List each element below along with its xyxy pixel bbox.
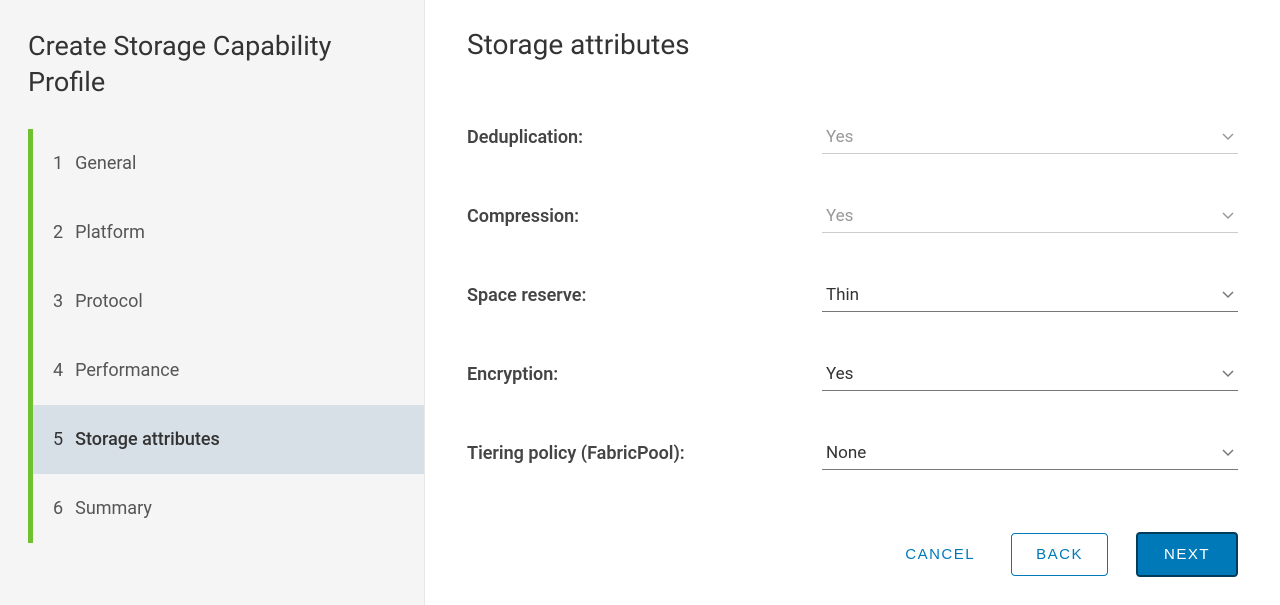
label-encryption: Encryption: <box>467 364 822 385</box>
select-tiering-policy[interactable]: None <box>822 437 1238 470</box>
page-title: Storage attributes <box>467 28 1238 61</box>
wizard-sidebar: Create Storage Capability Profile 1 Gene… <box>0 0 425 605</box>
chevron-down-icon <box>1222 209 1234 224</box>
select-value: Yes <box>826 127 853 147</box>
wizard-steps: 1 General 2 Platform 3 Protocol 4 Perfor… <box>28 129 424 543</box>
row-tiering-policy: Tiering policy (FabricPool): None <box>467 437 1238 470</box>
chevron-down-icon <box>1222 446 1234 461</box>
step-label: Storage attributes <box>75 429 220 450</box>
chevron-down-icon <box>1222 367 1234 382</box>
back-button[interactable]: BACK <box>1011 533 1108 576</box>
label-space-reserve: Space reserve: <box>467 285 822 306</box>
wizard-main: Storage attributes Deduplication: Yes Co… <box>425 0 1280 605</box>
step-number: 2 <box>53 222 63 243</box>
row-space-reserve: Space reserve: Thin <box>467 279 1238 312</box>
wizard-footer: CANCEL BACK NEXT <box>467 520 1238 577</box>
step-number: 5 <box>53 429 63 450</box>
step-protocol[interactable]: 3 Protocol <box>33 267 424 336</box>
wizard-title: Create Storage Capability Profile <box>28 28 424 101</box>
step-label: Platform <box>75 222 145 243</box>
row-deduplication: Deduplication: Yes <box>467 121 1238 154</box>
select-encryption[interactable]: Yes <box>822 358 1238 391</box>
label-tiering-policy: Tiering policy (FabricPool): <box>467 443 822 464</box>
step-label: Performance <box>75 360 179 381</box>
select-compression: Yes <box>822 200 1238 233</box>
select-space-reserve[interactable]: Thin <box>822 279 1238 312</box>
select-value: Thin <box>826 285 859 305</box>
wizard-container: Create Storage Capability Profile 1 Gene… <box>0 0 1280 605</box>
step-number: 4 <box>53 360 63 381</box>
step-label: Summary <box>75 498 152 519</box>
step-general[interactable]: 1 General <box>33 129 424 198</box>
step-number: 6 <box>53 498 63 519</box>
step-performance[interactable]: 4 Performance <box>33 336 424 405</box>
row-compression: Compression: Yes <box>467 200 1238 233</box>
form-grid: Deduplication: Yes Compression: Yes <box>467 121 1238 520</box>
select-value: None <box>826 443 866 463</box>
step-summary[interactable]: 6 Summary <box>33 474 424 543</box>
step-platform[interactable]: 2 Platform <box>33 198 424 267</box>
step-storage-attributes[interactable]: 5 Storage attributes <box>33 405 424 474</box>
step-label: Protocol <box>75 291 143 312</box>
step-number: 3 <box>53 291 63 312</box>
chevron-down-icon <box>1222 288 1234 303</box>
row-encryption: Encryption: Yes <box>467 358 1238 391</box>
label-compression: Compression: <box>467 206 822 227</box>
select-value: Yes <box>826 364 853 384</box>
select-deduplication: Yes <box>822 121 1238 154</box>
cancel-button[interactable]: CANCEL <box>897 534 983 575</box>
label-deduplication: Deduplication: <box>467 127 822 148</box>
step-number: 1 <box>53 153 63 174</box>
step-label: General <box>75 153 136 174</box>
chevron-down-icon <box>1222 130 1234 145</box>
next-button[interactable]: NEXT <box>1136 532 1238 577</box>
select-value: Yes <box>826 206 853 226</box>
